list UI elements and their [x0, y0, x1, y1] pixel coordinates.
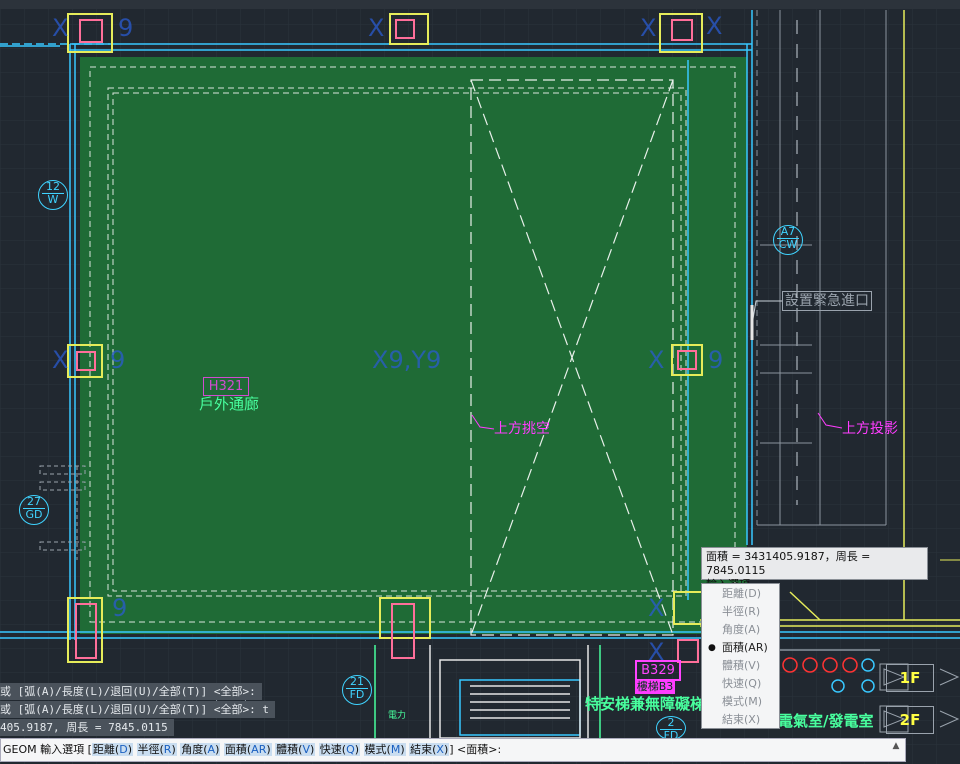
cmd-option-label: 面積( — [224, 743, 252, 756]
cmd-option-exit[interactable]: 結束(X) — [409, 743, 450, 756]
cmd-option-radius[interactable]: 半徑(R) — [136, 743, 177, 756]
menu-item-label: 距離(D) — [722, 587, 762, 600]
cmd-option-end: ) — [215, 743, 220, 756]
drawing-canvas[interactable] — [0, 0, 960, 764]
floor-2f-tag: 2F — [886, 706, 934, 734]
cmd-option-end: ) — [309, 743, 315, 756]
power-room-label: 電氣室/發電室 — [778, 712, 874, 730]
grid-bubble: 2 FD — [656, 716, 686, 742]
grid-label: X — [706, 12, 723, 40]
command-history-line: 405.9187, 周長 = 7845.0115 — [0, 719, 174, 736]
cmd-option-end: ) — [127, 743, 132, 756]
menu-item-distance[interactable]: 距離(D) — [702, 585, 779, 603]
grid-label: 9 — [112, 594, 128, 622]
menu-item-quick[interactable]: 快速(Q) — [702, 675, 779, 693]
cmd-option-label: 距離( — [92, 743, 120, 756]
command-suffix: ] <面積>: — [449, 743, 502, 756]
measure-result-tooltip: 面積 = 3431405.9187，周長 = 7845.0115 輸入選項 — [701, 547, 928, 591]
command-line-input[interactable]: GEOM 輸入選項 [距離(D) 半徑(R) 角度(A) 面積(AR) 體積(V… — [0, 738, 906, 762]
cmd-option-key: D — [119, 743, 128, 756]
bubble-bottom: CW — [778, 238, 798, 251]
menu-item-exit[interactable]: 結束(X) — [702, 711, 779, 729]
grid-label: X — [640, 14, 657, 42]
selected-bullet-icon: ● — [708, 643, 716, 653]
menu-item-radius[interactable]: 半徑(R) — [702, 603, 779, 621]
menu-item-mode[interactable]: 模式(M) — [702, 693, 779, 711]
projection-above-label: 上方投影 — [842, 421, 898, 437]
command-history-line: 或 [弧(A)/長度(L)/退回(U)/全部(T)] <全部>: t — [0, 701, 275, 718]
cmd-option-label: 角度( — [181, 743, 208, 756]
floor-1f-tag: 1F — [886, 664, 934, 692]
cmd-option-label: 快速( — [319, 743, 347, 756]
grid-bubble: 12 W — [38, 180, 68, 210]
cmd-option-distance[interactable]: 距離(D) — [91, 743, 133, 756]
cmd-option-label: 結束( — [410, 743, 437, 756]
grid-label: 9 — [708, 346, 724, 374]
bubble-bottom: GD — [25, 508, 43, 521]
room-b329-tag: B329 — [635, 660, 681, 681]
cmd-option-end: ) — [400, 743, 405, 756]
cmd-option-key: M — [390, 743, 401, 756]
cmd-option-label: 半徑( — [137, 743, 164, 756]
cmd-option-volume[interactable]: 體積(V) — [275, 743, 316, 756]
cmd-option-key: A — [207, 743, 216, 756]
grid-bubble: 21 FD — [342, 675, 372, 705]
menu-item-label: 體積(V) — [722, 659, 761, 672]
cmd-option-end: ) — [443, 743, 449, 756]
grid-bubble: 27 GD — [19, 495, 49, 525]
cmd-option-end: ) — [266, 743, 271, 756]
cmd-option-mode[interactable]: 模式(M) — [363, 743, 406, 756]
command-history-line: 或 [弧(A)/長度(L)/退回(U)/全部(T)] <全部>: — [0, 683, 262, 700]
grid-label: 9 — [118, 14, 134, 42]
grid-label: 9 — [110, 346, 126, 374]
cmd-option-quick[interactable]: 快速(Q) — [318, 743, 361, 756]
grid-label: X — [648, 594, 665, 622]
menu-item-label: 模式(M) — [722, 695, 763, 708]
history-scroll-up-icon[interactable]: ▲ — [890, 741, 902, 759]
grid-label-center: X9,Y9 — [372, 346, 442, 374]
void-above-label: 上方挑空 — [494, 421, 550, 437]
emergency-entry-tag: 設置緊急進口 — [782, 291, 872, 311]
command-prefix: GEOM 輸入選項 [ — [3, 743, 92, 756]
cmd-option-key: Q — [346, 743, 355, 756]
cmd-option-angle[interactable]: 角度(A) — [180, 743, 221, 756]
menu-item-angle[interactable]: 角度(A) — [702, 621, 779, 639]
menu-item-label: 快速(Q) — [722, 677, 762, 690]
room-code-tag: H321 — [203, 377, 249, 396]
menu-item-label: 半徑(R) — [722, 605, 761, 618]
grid-label: X — [52, 346, 69, 374]
cmd-option-label: 體積( — [276, 743, 303, 756]
cmd-option-key: V — [302, 743, 310, 756]
menu-item-label: 角度(A) — [722, 623, 761, 636]
cmd-option-key: AR — [251, 743, 267, 756]
cmd-option-label: 模式( — [364, 743, 391, 756]
bubble-bottom: FD — [349, 688, 365, 701]
grid-bubble: A7 CW — [773, 225, 803, 255]
room-b329-subtag: 樓梯B3 — [635, 680, 675, 694]
grid-label: X — [52, 14, 69, 42]
menu-item-label: 面積(AR) — [722, 641, 768, 654]
bubble-bottom: W — [47, 193, 59, 206]
menu-item-area[interactable]: ● 面積(AR) — [702, 639, 779, 657]
cmd-option-end: ) — [171, 743, 176, 756]
small-power-label: 電力 — [388, 711, 407, 721]
measure-options-menu[interactable]: 距離(D) 半徑(R) 角度(A) ● 面積(AR) 體積(V) 快速(Q) 模式… — [701, 583, 780, 729]
measure-result-text: 面積 = 3431405.9187，周長 = 7845.0115 — [706, 550, 871, 577]
menu-item-volume[interactable]: 體積(V) — [702, 657, 779, 675]
room-name-label: 戶外通廊 — [199, 395, 260, 413]
elevator-label: 特安梯兼無障礙梯 — [585, 695, 706, 713]
grid-label: X — [648, 346, 665, 374]
cmd-option-area[interactable]: 面積(AR) — [223, 743, 272, 756]
menu-item-label: 結束(X) — [722, 713, 761, 726]
grid-label: X — [368, 14, 385, 42]
cmd-option-end: ) — [354, 743, 360, 756]
cmd-option-key: X — [436, 743, 444, 756]
